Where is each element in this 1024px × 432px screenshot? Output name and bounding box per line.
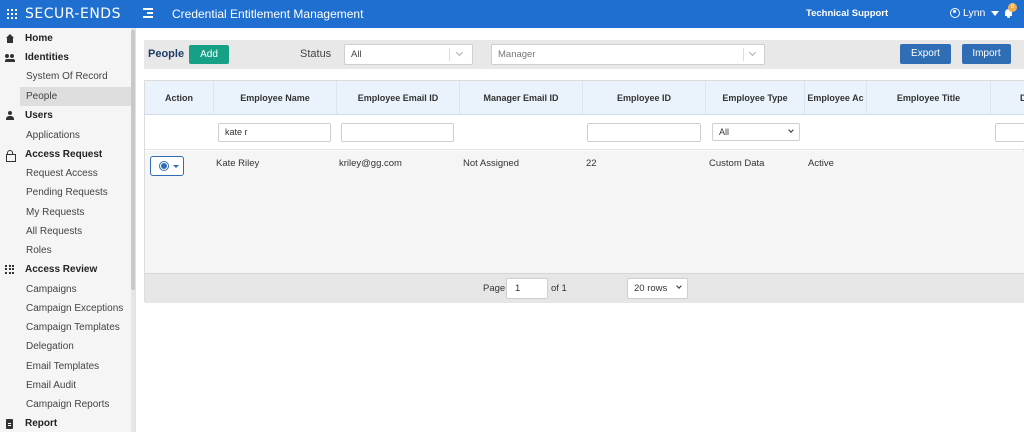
sidebar-scrollbar-thumb[interactable] [131,30,135,290]
sidebar-item-access-request[interactable]: Access Request [0,145,132,164]
logo: SECUR-ENDS [25,6,121,22]
sidebar-item-access-review[interactable]: Access Review [0,260,132,279]
apps-grid-icon[interactable] [7,9,17,19]
sidebar-item-users[interactable]: Users [0,106,132,125]
sidebar-item-label: Report [25,418,58,429]
filter-row: kate r All [145,115,1024,150]
sidebar-item-request-access[interactable]: Request Access [0,164,132,183]
chevron-down-icon [788,127,794,133]
manager-select[interactable]: Manager [491,44,765,65]
main-content: People Add Status All Manager Export Imp… [136,28,1024,432]
sidebar-item-email-audit[interactable]: Email Audit [0,376,132,395]
sidebar-item-label: Access Request [25,149,103,160]
sidebar-item-home[interactable]: Home [0,29,132,48]
sidebar: Home Identities System Of Record People … [0,28,136,432]
gear-icon [161,163,167,169]
employee-id-filter[interactable] [587,123,701,142]
column-header-employee-name[interactable]: Employee Name [214,81,337,115]
sidebar-item-report[interactable]: Report [0,414,132,432]
cell-employee-account: Active [808,158,834,169]
app-title: Credential Entitlement Management [172,7,364,21]
sidebar-item-pending-requests[interactable]: Pending Requests [0,183,132,202]
user-name: Lynn [963,7,986,19]
column-header-employee-title[interactable]: Employee Title [867,81,991,115]
status-label: Status [300,48,332,60]
employee-type-filter[interactable]: All [712,123,800,141]
document-icon [5,418,15,429]
technical-support-link[interactable]: Technical Support [806,8,888,19]
column-header-employee-id[interactable]: Employee ID [583,81,706,115]
sidebar-item-campaigns[interactable]: Campaigns [0,280,132,299]
cell-employee-email: kriley@gg.com [339,158,402,169]
import-button[interactable]: Import [962,44,1011,64]
toolbar: People Add Status All Manager Export Imp… [144,40,1024,69]
table-body: Kate Riley kriley@gg.com Not Assigned 22… [145,151,1024,273]
sidebar-item-campaign-reports[interactable]: Campaign Reports [0,395,132,414]
sidebar-item-system-of-record[interactable]: System Of Record [0,67,132,86]
add-button[interactable]: Add [189,45,229,64]
chevron-down-icon [748,48,757,57]
page-label: Page [483,283,506,294]
sidebar-scrollbar[interactable] [131,28,135,432]
d-filter[interactable] [995,123,1024,142]
chevron-down-icon [991,10,1000,16]
status-select-value: All [351,49,362,60]
people-table: Action Employee Name Employee Email ID M… [144,80,1024,303]
rows-per-page-value: 20 rows [634,283,668,294]
sidebar-item-label: Home [25,33,53,44]
top-bar: SECUR-ENDS Credential Entitlement Manage… [0,0,1024,28]
sidebar-item-campaign-templates[interactable]: Campaign Templates [0,318,132,337]
export-button[interactable]: Export [900,44,951,64]
cell-employee-type: Custom Data [709,158,765,169]
employee-name-filter[interactable]: kate r [218,123,331,142]
column-header-action[interactable]: Action [145,81,214,115]
people-icon [5,53,15,63]
chevron-down-icon [173,165,179,168]
column-header-d[interactable]: D [991,81,1024,115]
sidebar-item-my-requests[interactable]: My Requests [0,203,132,222]
column-header-manager-email[interactable]: Manager Email ID [460,81,583,115]
employee-email-filter[interactable] [341,123,454,142]
chevron-down-icon [676,283,682,289]
lock-icon [5,149,16,162]
sidebar-item-all-requests[interactable]: All Requests [0,222,132,241]
manager-select-placeholder: Manager [498,49,536,60]
cell-employee-id: 22 [586,158,597,169]
cell-manager-email: Not Assigned [463,158,519,169]
grid-icon [5,264,15,275]
sidebar-item-identities[interactable]: Identities [0,48,132,67]
page-total-label: of 1 [551,283,567,294]
sidebar-item-roles[interactable]: Roles [0,241,132,260]
employee-type-filter-value: All [719,127,730,137]
status-select[interactable]: All [344,44,473,65]
pagination-bar: Page 1 of 1 20 rows [145,273,1024,303]
sidebar-item-label: Access Review [25,264,98,275]
page-title: People [148,48,185,60]
user-menu[interactable]: Lynn [950,7,1000,19]
sidebar-item-campaign-exceptions[interactable]: Campaign Exceptions [0,299,132,318]
sidebar-item-applications[interactable]: Applications [0,126,132,145]
sidebar-item-label: Users [25,110,53,121]
page-number-input[interactable]: 1 [506,278,548,299]
rows-per-page-select[interactable]: 20 rows [627,278,688,299]
row-actions-button[interactable] [150,156,184,176]
menu-toggle-icon[interactable] [143,8,153,19]
user-icon [5,110,15,121]
home-icon [5,33,15,44]
sidebar-item-label: Identities [25,52,69,63]
column-header-employee-email[interactable]: Employee Email ID [337,81,460,115]
column-header-employee-type[interactable]: Employee Type [706,81,805,115]
sidebar-item-email-templates[interactable]: Email Templates [0,357,132,376]
notification-badge: 8 [1008,3,1017,12]
sidebar-item-delegation[interactable]: Delegation [0,337,132,356]
user-avatar-icon [950,8,960,18]
cell-employee-name: Kate Riley [216,158,260,169]
chevron-down-icon [455,48,464,57]
column-header-employee-account[interactable]: Employee Ac [805,81,867,115]
sidebar-item-people[interactable]: People [20,87,131,106]
